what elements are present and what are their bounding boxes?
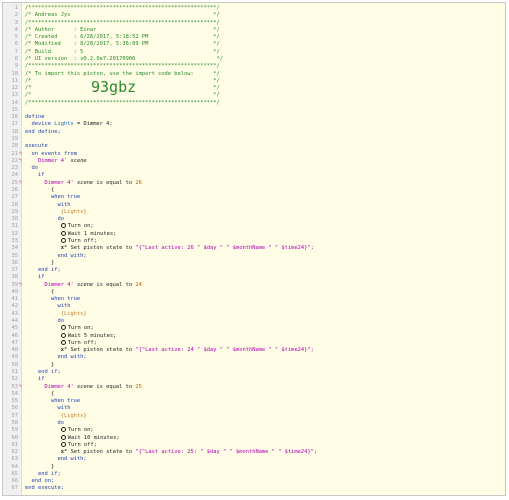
code-text: end execute; [25, 485, 64, 492]
import-code: 93gbz [91, 78, 137, 97]
import-code-line: 93gbz [3, 79, 503, 95]
line-number: 67 [11, 485, 19, 492]
end-execute: 67 end execute; [3, 484, 503, 492]
code-editor: 1/**************************************… [2, 2, 506, 496]
